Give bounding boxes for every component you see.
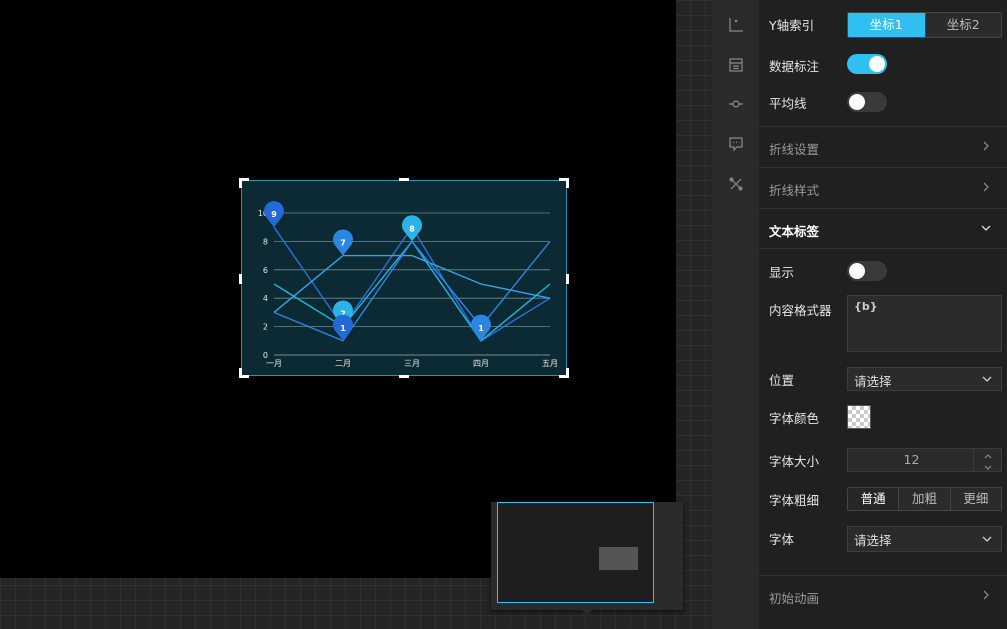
font-size-value: 12 (903, 452, 920, 467)
data-table-icon[interactable] (728, 57, 744, 73)
chevron-down-icon (981, 225, 991, 231)
x-tick-label: 一月 (266, 359, 282, 368)
chevron-down-icon (982, 376, 992, 382)
y-axis-index-label: Y轴索引 (769, 18, 815, 33)
font-weight-bold[interactable]: 加粗 (898, 488, 950, 510)
x-tick-label: 二月 (335, 359, 351, 368)
avg-line-toggle[interactable] (847, 92, 887, 112)
font-weight-label: 字体粗细 (769, 493, 820, 508)
chevron-right-icon (983, 590, 989, 600)
y-tick-label: 4 (263, 294, 268, 303)
y-tick-label: 6 (263, 266, 268, 275)
step-down-icon[interactable] (983, 460, 993, 470)
show-row: 显示 (759, 260, 1007, 282)
font-family-select[interactable]: 请选择 (847, 526, 1002, 552)
avg-line-row: 平均线 (759, 91, 1007, 113)
x-tick-label: 五月 (542, 359, 558, 368)
y-axis-index-row: Y轴索引 坐标1 坐标2 (759, 12, 1007, 38)
canvas[interactable]: 0 2 4 6 8 10 一月 二月 三月 四月 五月 9 7 2 1 8 1 (0, 0, 676, 578)
chevron-down-icon (982, 536, 992, 542)
line-style-section[interactable]: 折线样式 (759, 167, 1007, 208)
position-label: 位置 (769, 373, 795, 388)
editor-stage: 0 2 4 6 8 10 一月 二月 三月 四月 五月 9 7 2 1 8 1 (0, 0, 712, 629)
toggle-knob (869, 56, 885, 72)
series-line (273, 225, 551, 342)
x-tick-label: 四月 (473, 359, 489, 368)
resize-handle-top-left[interactable] (239, 178, 249, 188)
font-family-label: 字体 (769, 532, 795, 547)
line-settings-section[interactable]: 折线设置 (759, 126, 1007, 167)
chevron-right-icon (983, 141, 989, 151)
text-label-title: 文本标签 (769, 224, 820, 239)
y-axis-option-2[interactable]: 坐标2 (924, 13, 1001, 37)
resize-handle-top[interactable] (399, 178, 409, 181)
font-color-label: 字体颜色 (769, 411, 820, 426)
toggle-knob (849, 94, 865, 110)
font-family-select-value: 请选择 (854, 533, 892, 548)
marker-label: 1 (340, 324, 346, 333)
formatter-label: 内容格式器 (769, 303, 832, 318)
line-style-title: 折线样式 (769, 183, 820, 198)
font-size-stepper (973, 449, 1001, 471)
axis-icon[interactable] (728, 17, 744, 33)
tooltip-icon[interactable] (728, 136, 744, 152)
position-select-value: 请选择 (854, 374, 892, 389)
show-label: 显示 (769, 265, 795, 280)
line-chart: 0246810一月 二月 三月 四月 五月972181 (258, 201, 558, 368)
marker-label: 9 (271, 210, 277, 219)
font-weight-row: 字体粗细 普通 加粗 更细 (759, 487, 1007, 511)
data-label-row: 数据标注 (759, 53, 1007, 75)
text-label-section[interactable]: 文本标签 (759, 208, 1007, 249)
font-color-row: 字体颜色 (759, 405, 1007, 429)
resize-handle-bottom-left[interactable] (239, 368, 249, 378)
data-label-toggle[interactable] (847, 54, 887, 74)
init-anim-title: 初始动画 (769, 591, 820, 606)
font-weight-lighter[interactable]: 更细 (949, 488, 1001, 510)
resize-handle-left[interactable] (239, 274, 242, 284)
y-tick-label: 2 (263, 323, 268, 332)
data-label-label: 数据标注 (769, 59, 820, 74)
resize-handle-bottom[interactable] (399, 375, 409, 378)
show-toggle[interactable] (847, 261, 887, 281)
position-select[interactable]: 请选择 (847, 367, 1002, 391)
resize-handle-right[interactable] (566, 274, 569, 284)
step-up-icon[interactable] (983, 450, 993, 460)
init-anim-section[interactable]: 初始动画 (759, 575, 1007, 629)
property-icon-bar (712, 0, 759, 629)
marker-label: 1 (478, 324, 484, 333)
y-tick-label: 8 (263, 237, 268, 246)
line-settings-title: 折线设置 (769, 142, 820, 157)
minimap-viewport[interactable] (497, 502, 654, 603)
marker-label: 8 (409, 224, 415, 233)
series-line (273, 254, 551, 313)
font-weight-segment: 普通 加粗 更细 (847, 487, 1002, 511)
resize-handle-bottom-right[interactable] (559, 368, 569, 378)
x-tick-label: 三月 (404, 359, 420, 368)
toggle-knob (849, 263, 865, 279)
tools-icon[interactable] (728, 176, 744, 192)
line-point-icon[interactable] (728, 96, 744, 112)
font-family-row: 字体 请选择 (759, 526, 1007, 552)
marker-label: 7 (340, 239, 346, 248)
font-weight-normal[interactable]: 普通 (848, 488, 899, 510)
y-axis-option-1[interactable]: 坐标1 (848, 13, 925, 37)
position-row: 位置 请选择 (759, 367, 1007, 391)
avg-line-label: 平均线 (769, 96, 807, 111)
font-size-input[interactable]: 12 (847, 448, 1002, 472)
minimap[interactable] (491, 502, 683, 615)
minimap-chart-thumb (599, 547, 638, 570)
y-axis-index-segment: 坐标1 坐标2 (847, 12, 1002, 38)
minimap-pointer (582, 610, 592, 615)
font-color-picker[interactable] (847, 405, 871, 429)
font-size-row: 字体大小 12 (759, 448, 1007, 472)
line-chart-component[interactable]: 0 2 4 6 8 10 一月 二月 三月 四月 五月 9 7 2 1 8 1 (239, 178, 569, 378)
font-size-label: 字体大小 (769, 454, 820, 469)
chevron-right-icon (983, 182, 989, 192)
property-panel: Y轴索引 坐标1 坐标2 数据标注 平均线 折线设置 折线样式 文本标签 显示 … (759, 0, 1007, 629)
resize-handle-top-right[interactable] (559, 178, 569, 188)
formatter-textarea[interactable]: {b} (847, 295, 1002, 352)
formatter-row: 内容格式器 {b} (759, 295, 1007, 353)
